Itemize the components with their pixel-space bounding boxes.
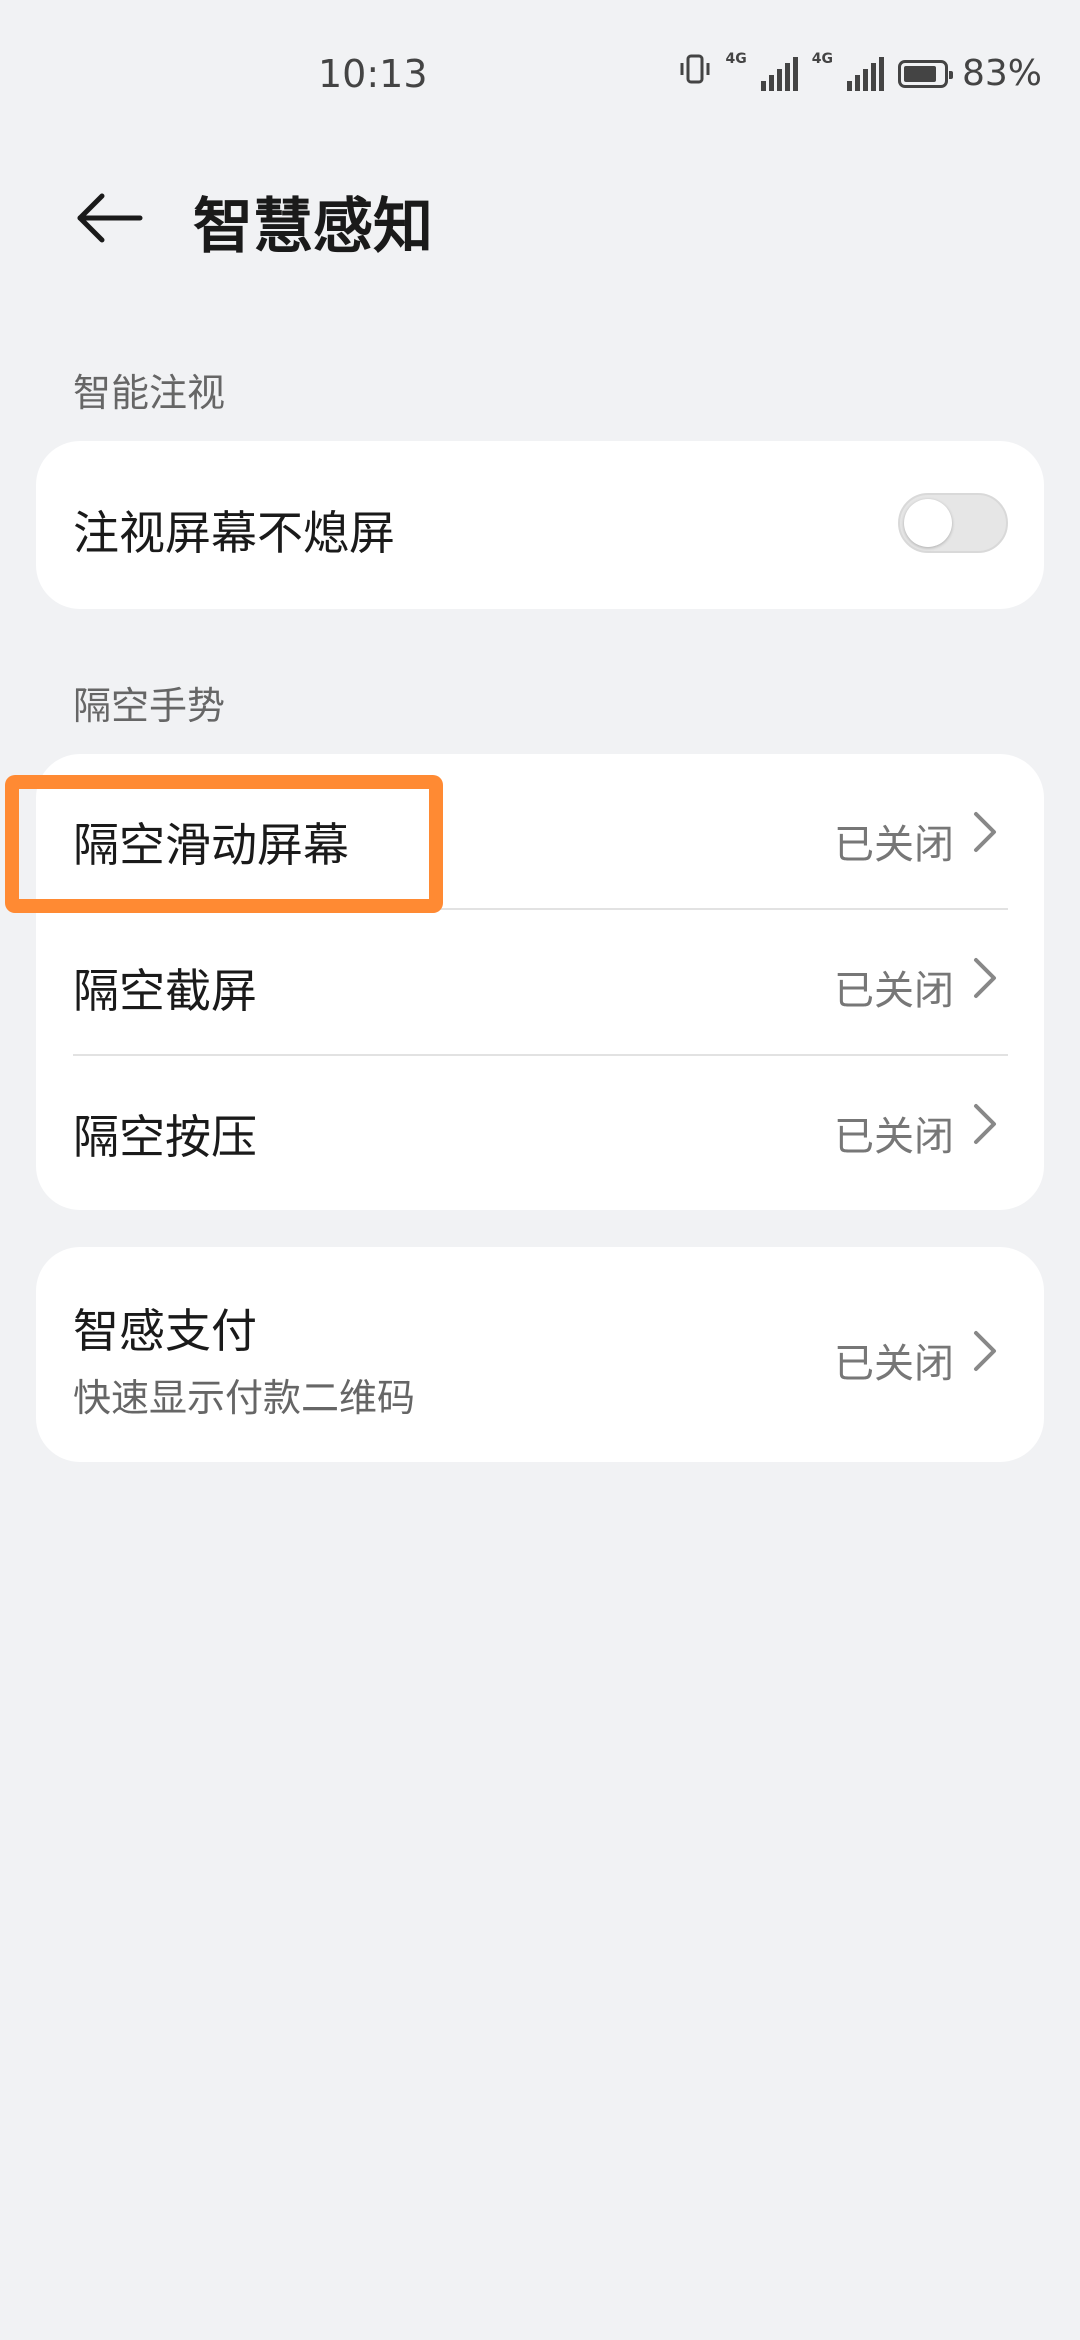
page-title: 智慧感知 — [193, 192, 433, 262]
row-air-press[interactable]: 隔空按压 已关闭 — [36, 1056, 1044, 1210]
card-smart-pay: 智感支付 快速显示付款二维码 已关闭 — [36, 1247, 1044, 1462]
gaze-toggle-switch[interactable] — [898, 493, 1008, 553]
row-title: 隔空按压 — [73, 1110, 257, 1164]
network-type-2: 4G — [811, 51, 833, 67]
section-label-air-gesture: 隔空手势 — [73, 684, 226, 728]
row-status: 已关闭 — [834, 1341, 954, 1387]
chevron-right-icon — [974, 1104, 996, 1144]
row-status: 已关闭 — [834, 968, 954, 1014]
status-bar: 10:13 4G 4G 83% — [0, 0, 1080, 150]
vibrate-icon — [678, 52, 712, 95]
highlight-box — [5, 775, 443, 913]
row-gaze-keep-screen-on[interactable]: 注视屏幕不熄屏 — [36, 441, 1044, 609]
row-title: 隔空截屏 — [73, 964, 257, 1018]
signal-icon — [846, 56, 884, 91]
chevron-right-icon — [974, 1331, 996, 1371]
signal-icon — [760, 56, 798, 91]
status-time: 10:13 — [318, 52, 428, 96]
row-status: 已关闭 — [834, 822, 954, 868]
chevron-right-icon — [974, 958, 996, 998]
network-type-1: 4G — [725, 51, 747, 67]
row-title: 智感支付 — [73, 1304, 257, 1358]
row-air-screenshot[interactable]: 隔空截屏 已关闭 — [36, 910, 1044, 1054]
row-status: 已关闭 — [834, 1114, 954, 1160]
header: 智慧感知 — [0, 160, 1080, 270]
status-icons: 4G 4G 83% — [678, 52, 1042, 95]
back-arrow-icon[interactable] — [70, 178, 150, 258]
row-smart-pay[interactable]: 智感支付 快速显示付款二维码 已关闭 — [36, 1247, 1044, 1462]
battery-percent: 83% — [961, 53, 1042, 94]
card-smart-gaze: 注视屏幕不熄屏 — [36, 441, 1044, 609]
chevron-right-icon — [974, 812, 996, 852]
toggle-knob — [904, 499, 952, 547]
battery-icon — [897, 59, 953, 88]
section-label-smart-gaze: 智能注视 — [73, 371, 226, 415]
row-subtitle: 快速显示付款二维码 — [73, 1376, 416, 1420]
row-title: 注视屏幕不熄屏 — [73, 506, 395, 560]
